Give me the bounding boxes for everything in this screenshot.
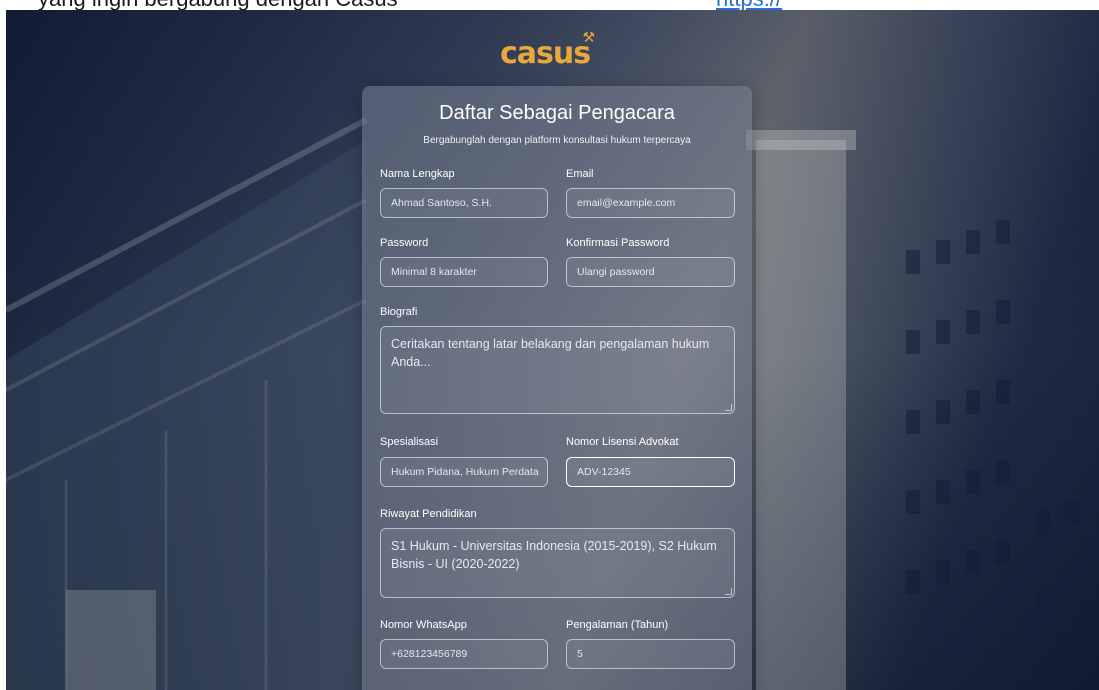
whatsapp-input[interactable]: +628123456789	[380, 639, 548, 669]
lisensi-label: Nomor Lisensi Advokat	[566, 436, 679, 448]
hammer-icon: ⚒	[582, 30, 596, 46]
clipped-link: https://	[716, 0, 782, 10]
pendidikan-label: Riwayat Pendidikan	[380, 508, 477, 520]
spesialisasi-input[interactable]: Hukum Pidana, Hukum Perdata	[380, 457, 548, 487]
whatsapp-label: Nomor WhatsApp	[380, 619, 467, 631]
email-input[interactable]: email@example.com	[566, 188, 735, 218]
password-input[interactable]: Minimal 8 karakter	[380, 257, 548, 287]
register-card: Daftar Sebagai Pengacara Bergabunglah de…	[362, 86, 752, 690]
lisensi-input[interactable]: ADV-12345	[566, 457, 735, 487]
nama-label: Nama Lengkap	[380, 168, 455, 180]
biografi-textarea[interactable]: Ceritakan tentang latar belakang dan pen…	[380, 326, 735, 414]
pendidikan-placeholder: S1 Hukum - Universitas Indonesia (2015-2…	[391, 539, 717, 571]
biografi-placeholder: Ceritakan tentang latar belakang dan pen…	[391, 337, 710, 369]
nama-input[interactable]: Ahmad Santoso, S.H.	[380, 188, 548, 218]
biografi-label: Biografi	[380, 306, 418, 318]
pengalaman-label: Pengalaman (Tahun)	[566, 619, 669, 631]
top-strip: yang ingin bergabung dengan Casus https:…	[0, 0, 1099, 10]
konfirmasi-label: Konfirmasi Password	[566, 237, 670, 249]
pendidikan-textarea[interactable]: S1 Hukum - Universitas Indonesia (2015-2…	[380, 528, 735, 598]
password-label: Password	[380, 237, 429, 249]
casus-logo: casus ⚒	[500, 30, 595, 71]
pengalaman-input[interactable]: 5	[566, 639, 735, 669]
email-label: Email	[566, 168, 594, 180]
clipped-text: yang ingin bergabung dengan Casus	[38, 0, 398, 10]
spesialisasi-label: Spesialisasi	[380, 436, 439, 448]
card-title: Daftar Sebagai Pengacara	[439, 102, 675, 124]
card-subtitle: Bergabunglah dengan platform konsultasi …	[423, 135, 691, 146]
konfirmasi-input[interactable]: Ulangi password	[566, 257, 735, 287]
resize-grip-icon[interactable]	[725, 588, 732, 595]
resize-grip-icon[interactable]	[725, 404, 732, 411]
